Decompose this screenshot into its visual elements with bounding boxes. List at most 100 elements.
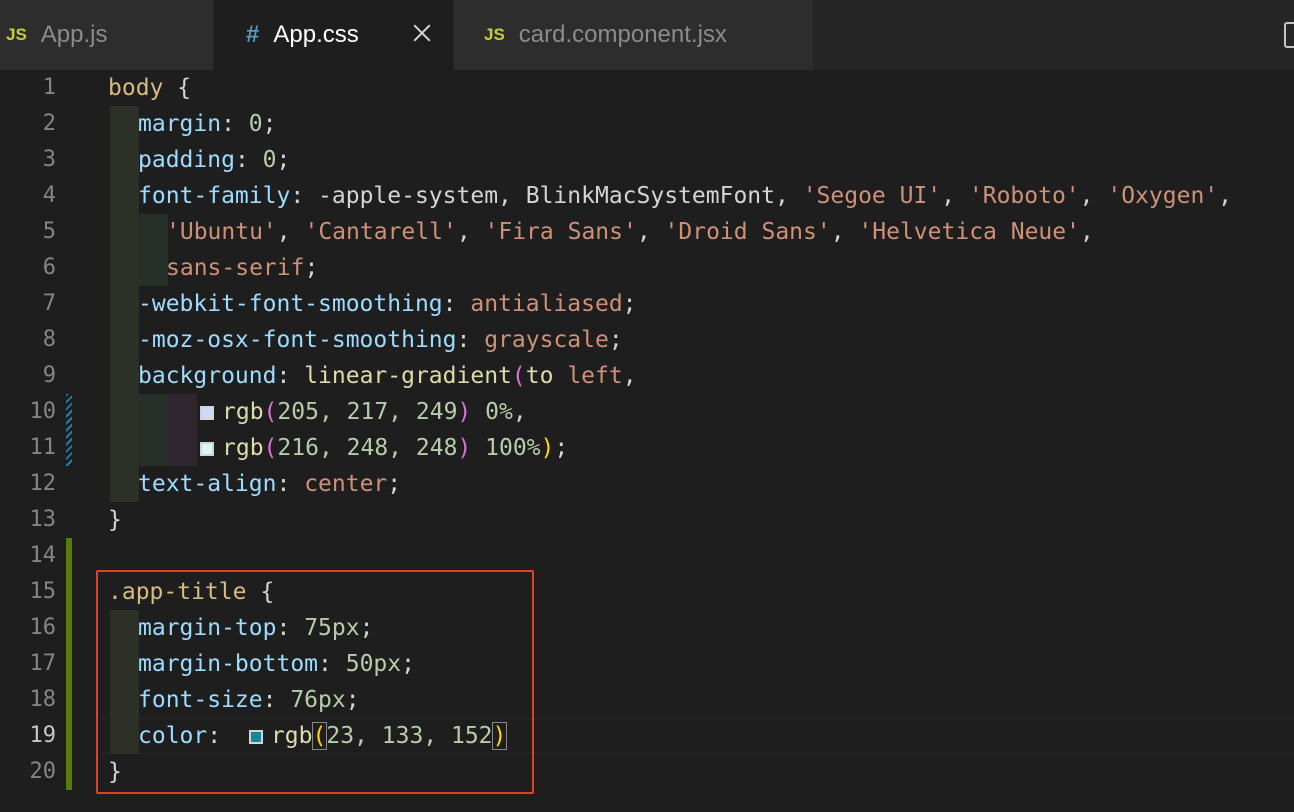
css-property: font-family [138, 183, 291, 209]
comma: , [1079, 183, 1108, 209]
semicolon: ; [387, 471, 402, 497]
code-text: 'Ubuntu', 'Cantarell', 'Fira Sans', 'Dro… [166, 214, 1094, 250]
line-number: 3 [42, 147, 56, 172]
code-line: 1 body { [0, 70, 1294, 106]
code-text: text-align: center; [138, 466, 401, 502]
indent-guide [110, 106, 139, 142]
tab-label: card.component.jsx [518, 21, 727, 48]
js-file-icon: JS [484, 25, 505, 44]
comma: , [636, 219, 665, 245]
close-icon[interactable] [407, 19, 437, 49]
split-editor-icon[interactable] [1284, 22, 1294, 48]
color-swatch-icon[interactable] [200, 442, 214, 456]
js-file-icon: JS [6, 25, 27, 44]
line-number: 15 [29, 579, 57, 604]
indent-guide [110, 250, 139, 286]
code-text: font-family: -apple-system, BlinkMacSyst… [138, 178, 1232, 214]
comma: , [512, 399, 527, 425]
indent-guide [168, 394, 197, 430]
indent-guide [110, 286, 139, 322]
css-value: antialiased [470, 291, 623, 317]
indent-guide [139, 250, 168, 286]
string-value: 'Roboto' [968, 183, 1080, 209]
css-property: padding [138, 147, 235, 173]
tab-label: App.css [273, 21, 359, 48]
indent-guide [110, 394, 139, 430]
code-text: } [108, 502, 122, 538]
css-value: 0 [262, 147, 277, 173]
code-text: sans-serif; [166, 250, 318, 286]
code-text: rgb(216, 248, 248) 100%); [200, 430, 568, 466]
color-swatch-icon[interactable] [200, 406, 214, 420]
paren: ( [263, 399, 278, 425]
colon: : [276, 363, 305, 389]
tab-label: App.js [40, 21, 108, 48]
brace: { [163, 75, 192, 101]
css-function: rgb [222, 435, 264, 461]
code-editor[interactable]: 1 body { 2 margin: 0; 3 padding: 0; 4 fo… [0, 70, 1294, 812]
css-keyword: to [525, 363, 568, 389]
indent-guide [110, 142, 139, 178]
tab-card-component-jsx[interactable]: JS card.component.jsx [454, 0, 814, 70]
css-property: -webkit-font-smoothing [138, 291, 443, 317]
css-function: rgb [222, 399, 264, 425]
paren: ) [457, 435, 472, 461]
string-value: 'Droid Sans' [664, 219, 831, 245]
indent-guide [139, 430, 168, 466]
code-line: 10 rgb(205, 217, 249) 0%, [0, 394, 1294, 430]
css-property: -moz-osx-font-smoothing [138, 327, 457, 353]
semicolon: ; [262, 111, 277, 137]
line-number: 14 [29, 543, 57, 568]
indent-guide [110, 178, 139, 214]
line-number: 8 [42, 327, 56, 352]
line-number: 13 [29, 507, 57, 532]
line-number: 11 [29, 435, 57, 460]
code-line: 14 [0, 538, 1294, 574]
semicolon: ; [304, 255, 319, 281]
brace: } [108, 507, 122, 533]
comma: , [622, 363, 637, 389]
colon: : [276, 471, 305, 497]
line-number: 9 [42, 363, 56, 388]
code-text: rgb(205, 217, 249) 0%, [200, 394, 527, 430]
line-number: 6 [42, 255, 56, 280]
indent-guide [110, 322, 139, 358]
code-text: -webkit-font-smoothing: antialiased; [138, 286, 637, 322]
semicolon: ; [608, 327, 623, 353]
comma: , [456, 219, 485, 245]
code-line: 5 'Ubuntu', 'Cantarell', 'Fira Sans', 'D… [0, 214, 1294, 250]
line-number: 12 [29, 471, 57, 496]
line-number: 4 [42, 183, 56, 208]
css-args: 216, 248, 248 [277, 435, 458, 461]
tab-app-css[interactable]: # App.css [214, 0, 454, 70]
code-text: body { [108, 70, 191, 106]
comma: , [941, 183, 969, 209]
indent-guide [139, 394, 168, 430]
css-function: linear-gradient [304, 363, 512, 389]
comma: , [276, 219, 305, 245]
code-line: 9 background: linear-gradient(to left, [0, 358, 1294, 394]
paren: ) [540, 435, 555, 461]
css-value: grayscale [484, 327, 609, 353]
string-value: 'Oxygen' [1107, 183, 1219, 209]
line-number: 19 [29, 723, 57, 748]
tab-app-js[interactable]: JS App.js [0, 0, 214, 70]
code-text: padding: 0; [138, 142, 290, 178]
css-property: background [138, 363, 277, 389]
string-value: 'Ubuntu' [166, 219, 277, 245]
css-args: 205, 217, 249 [277, 399, 458, 425]
code-line: 8 -moz-osx-font-smoothing: grayscale; [0, 322, 1294, 358]
css-value: sans-serif [166, 255, 305, 281]
string-value: 'Fira Sans' [484, 219, 637, 245]
code-line: 11 rgb(216, 248, 248) 100%); [0, 430, 1294, 466]
css-property: margin [138, 111, 222, 137]
indent-guide [110, 466, 139, 502]
line-number: 1 [42, 75, 56, 100]
line-number: 7 [42, 291, 56, 316]
line-number: 20 [29, 759, 57, 784]
css-value: center [304, 471, 388, 497]
css-value: left [567, 363, 623, 389]
line-number: 16 [29, 615, 57, 640]
annotation-highlight-box [96, 570, 534, 794]
line-number: 5 [42, 219, 56, 244]
